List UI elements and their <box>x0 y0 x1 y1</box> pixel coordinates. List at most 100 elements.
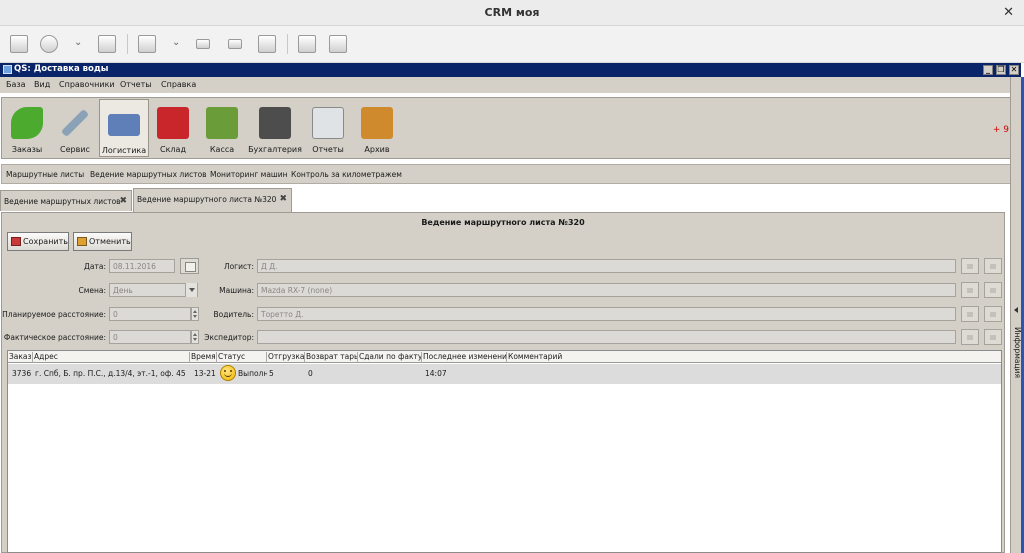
menu-otchety[interactable]: Отчеты <box>120 80 152 89</box>
col-comment[interactable]: Комментарий <box>507 352 1001 363</box>
car-edit-icon[interactable] <box>984 282 1002 298</box>
module-logistics-button[interactable]: Логистика <box>99 99 149 157</box>
cell-order: 3736 <box>12 369 32 378</box>
cell-address: г. Спб, Б. пр. П.С., д.13/4, эт.-1, оф. … <box>35 369 186 378</box>
forwarder-field[interactable] <box>257 330 956 344</box>
notification-badge[interactable]: + 9 <box>993 125 1009 135</box>
app-titlebar: QS: Доставка воды _ ❐ ✕ <box>0 63 1021 77</box>
chevron-down-icon[interactable] <box>185 283 197 297</box>
archive-icon <box>361 107 393 139</box>
cancel-button[interactable]: Отменить <box>73 232 132 251</box>
close-button[interactable]: ✕ <box>1009 65 1019 75</box>
save-icon <box>11 237 21 246</box>
subnav: Маршрутные листы Ведение маршрутных лист… <box>1 164 1013 184</box>
col-fact[interactable]: Сдали по факту <box>358 352 422 363</box>
module-cash-button[interactable]: Касса <box>200 99 244 157</box>
tab-route-320[interactable]: Ведение маршрутного листа №320 ✖ <box>133 188 292 212</box>
planned-distance-field[interactable]: 0 <box>109 307 191 321</box>
logist-field[interactable]: Д Д. <box>257 259 956 273</box>
collapse-arrow-icon[interactable] <box>1014 307 1018 313</box>
plug-icon[interactable] <box>329 35 347 53</box>
subnav-route-lists[interactable]: Маршрутные листы <box>6 170 84 179</box>
keyboard-icon[interactable] <box>196 39 210 49</box>
settings-icon[interactable] <box>258 35 276 53</box>
tools-icon <box>60 108 90 138</box>
download-icon[interactable] <box>298 35 316 53</box>
host-title: CRM моя <box>484 6 540 19</box>
col-returned[interactable]: Возврат тары <box>305 352 358 363</box>
copy-window-icon[interactable] <box>98 35 116 53</box>
col-shipped[interactable]: Отгрузка <box>267 352 305 363</box>
date-field[interactable]: 08.11.2016 <box>109 259 175 273</box>
subnav-route-management[interactable]: Ведение маршрутных листов <box>90 170 207 179</box>
document-panel: Ведение маршрутного листа №320 Сохранить… <box>1 212 1005 553</box>
cancel-label: Отменить <box>89 237 131 246</box>
tab-label: Ведение маршрутного листа №320 <box>137 195 277 204</box>
host-titlebar: CRM моя ✕ <box>0 0 1024 26</box>
module-archive-button[interactable]: Архив <box>356 99 398 157</box>
cell-changed: 14:07 <box>425 369 447 378</box>
table-row[interactable]: 3736 г. Спб, Б. пр. П.С., д.13/4, эт.-1,… <box>8 364 1001 384</box>
driver-edit-icon[interactable] <box>984 306 1002 322</box>
actual-distance-spinner[interactable] <box>191 330 199 344</box>
module-label: Архив <box>364 145 390 154</box>
save-button[interactable]: Сохранить <box>7 232 69 251</box>
car-label: Машина: <box>219 286 254 295</box>
col-order[interactable]: Заказ <box>8 352 33 363</box>
ratio-icon[interactable] <box>228 39 242 49</box>
actual-distance-field[interactable]: 0 <box>109 330 191 344</box>
toolbar-separator <box>127 34 128 54</box>
zoom-icon[interactable] <box>138 35 156 53</box>
menu-spravka[interactable]: Справка <box>161 80 196 89</box>
module-label: Касса <box>209 145 235 154</box>
col-time[interactable]: Время <box>190 352 217 363</box>
restore-button[interactable]: ❐ <box>996 65 1006 75</box>
planned-distance-spinner[interactable] <box>191 307 199 321</box>
subnav-car-monitoring[interactable]: Мониторинг машин <box>210 170 288 179</box>
module-warehouse-button[interactable]: Склад <box>152 99 194 157</box>
car-field[interactable]: Mazda RX-7 (none) <box>257 283 956 297</box>
module-label: Склад <box>160 145 186 154</box>
module-accounting-button[interactable]: Бухгалтерия <box>247 99 303 157</box>
module-label: Бухгалтерия <box>248 145 302 154</box>
car-select-button[interactable] <box>961 282 979 298</box>
forwarder-select-button[interactable] <box>961 329 979 345</box>
host-close-button[interactable]: ✕ <box>1003 5 1014 20</box>
driver-select-button[interactable] <box>961 306 979 322</box>
driver-label: Водитель: <box>213 310 254 319</box>
menu-vid[interactable]: Вид <box>34 80 50 89</box>
menu-spravochniki[interactable]: Справочники <box>59 80 115 89</box>
logist-select-button[interactable] <box>961 258 979 274</box>
subnav-mileage-control[interactable]: Контроль за километражем <box>291 170 402 179</box>
module-orders-button[interactable]: Заказы <box>4 99 50 157</box>
menubar: База Вид Справочники Отчеты Справка <box>0 77 1021 93</box>
driver-field[interactable]: Торетто Д. <box>257 307 956 321</box>
logist-edit-icon[interactable] <box>984 258 1002 274</box>
module-label: Логистика <box>101 146 147 155</box>
tab-route-management[interactable]: Ведение маршрутных листов ✖ <box>0 190 132 211</box>
col-address[interactable]: Адрес <box>33 352 190 363</box>
chevron-down-icon[interactable]: ⌄ <box>74 37 82 48</box>
close-tab-icon[interactable]: ✖ <box>119 196 127 206</box>
calendar-icon[interactable] <box>180 258 199 274</box>
logist-label: Логист: <box>223 262 254 271</box>
window-icon[interactable] <box>10 35 28 53</box>
status-smiley-icon <box>220 365 236 381</box>
module-reports-button[interactable]: Отчеты <box>307 99 349 157</box>
forwarder-edit-icon[interactable] <box>984 329 1002 345</box>
app-icon <box>3 65 12 74</box>
col-changed[interactable]: Последнее изменение <box>422 352 507 363</box>
module-service-button[interactable]: Сервис <box>52 99 98 157</box>
cell-returned: 0 <box>308 369 313 378</box>
chevron-down-icon[interactable]: ⌄ <box>172 37 180 48</box>
col-status[interactable]: Статус <box>217 352 267 363</box>
document-title: Ведение маршрутного листа №320 <box>421 218 585 227</box>
close-tab-icon[interactable]: ✖ <box>279 194 287 204</box>
minimize-button[interactable]: _ <box>983 65 993 75</box>
truck-icon <box>108 114 140 136</box>
cell-status: Выполн <box>238 369 267 378</box>
move-icon[interactable] <box>40 35 58 53</box>
phone-icon <box>11 107 43 139</box>
menu-baza[interactable]: База <box>6 80 26 89</box>
module-label: Сервис <box>60 145 90 154</box>
